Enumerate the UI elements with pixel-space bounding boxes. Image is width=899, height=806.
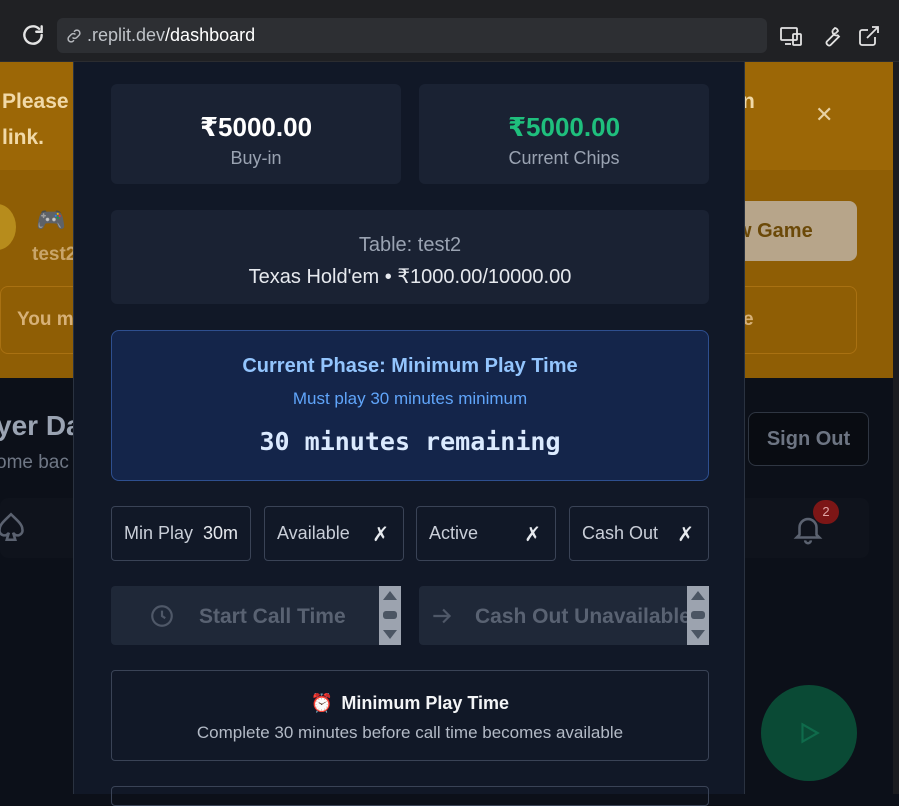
avatar (0, 204, 16, 250)
page-scrollbar[interactable] (893, 62, 899, 794)
status-cash-out: Cash Out ✗ (569, 506, 709, 561)
status-value: ✗ (677, 524, 694, 546)
status-value: ✗ (372, 524, 389, 546)
sign-out-button[interactable]: Sign Out (748, 412, 869, 466)
url-host: .replit.dev (87, 25, 166, 45)
start-call-time-label: Start Call Time (199, 605, 346, 628)
banner-text: Please (2, 90, 69, 113)
wrench-icon[interactable] (818, 24, 842, 48)
browser-toolbar: .replit.dev/dashboard (0, 0, 899, 62)
next-card (111, 786, 709, 806)
game-name: test2 (32, 244, 77, 265)
reload-icon[interactable] (20, 22, 46, 48)
alarm-clock-icon: ⏰ (310, 693, 334, 713)
device-icon[interactable] (779, 24, 803, 48)
phase-card: Current Phase: Minimum Play Time Must pl… (111, 330, 709, 481)
warning-text: You m (17, 309, 74, 330)
status-value: 30m (202, 523, 238, 543)
status-available: Available ✗ (264, 506, 404, 561)
cash-out-button[interactable]: Cash Out Unavailable (419, 586, 709, 645)
clock-icon (151, 605, 173, 627)
current-chips-label: Current Chips (508, 148, 620, 168)
info-title: Minimum Play Time (341, 693, 510, 713)
status-label: Available (277, 523, 350, 543)
status-min-play: Min Play 30m (111, 506, 251, 561)
start-call-time-button[interactable]: Start Call Time (111, 586, 401, 645)
table-name: Table: test2 (358, 234, 462, 256)
open-external-icon[interactable] (857, 24, 881, 48)
play-icon (801, 722, 820, 744)
buy-in-card: ₹5000.00 Buy-in (111, 84, 401, 184)
session-modal: ₹5000.00 Buy-in ₹5000.00 Current Chips T… (73, 62, 745, 806)
page-title: yer Da (0, 410, 82, 441)
cash-out-label: Cash Out Unavailable (475, 605, 691, 628)
scroll-stepper[interactable] (687, 586, 709, 645)
link-icon (67, 29, 81, 43)
table-info-card: Table: test2 Texas Hold'em • ₹1000.00/10… (111, 210, 709, 304)
new-game-button[interactable]: w Game (730, 201, 857, 261)
status-label: Active (429, 523, 479, 543)
buy-in-label: Buy-in (230, 148, 282, 168)
play-button[interactable] (761, 685, 857, 781)
min-play-info-card: ⏰ Minimum Play Time Complete 30 minutes b… (111, 670, 709, 761)
phase-subtitle: Must play 30 minutes minimum (292, 389, 528, 408)
banner-text-line2: link. (2, 126, 45, 149)
phase-remaining: 30 minutes remaining (259, 427, 561, 456)
status-label: Cash Out (582, 523, 659, 543)
current-chips-card: ₹5000.00 Current Chips (419, 84, 709, 184)
page-subtitle: ome bac (0, 452, 69, 473)
status-label: Min Play (124, 523, 194, 543)
phase-title: Current Phase: Minimum Play Time (242, 355, 578, 377)
table-game: Texas Hold'em • ₹1000.00/10000.00 (248, 266, 572, 288)
scroll-stepper[interactable] (379, 586, 401, 645)
buy-in-value: ₹5000.00 (199, 112, 313, 142)
notification-badge: 2 (813, 500, 839, 524)
spade-icon[interactable] (0, 510, 28, 544)
status-active: Active ✗ (416, 506, 556, 561)
current-chips-value: ₹5000.00 (507, 112, 621, 142)
status-value: ✗ (524, 524, 541, 546)
gamepad-icon: 🎮 (36, 207, 66, 234)
url-path: /dashboard (165, 25, 256, 45)
info-description: Complete 30 minutes before call time bec… (196, 723, 624, 742)
arrow-right-icon (433, 608, 452, 624)
close-icon[interactable]: ✕ (815, 102, 833, 128)
address-bar[interactable]: .replit.dev/dashboard (57, 18, 767, 53)
